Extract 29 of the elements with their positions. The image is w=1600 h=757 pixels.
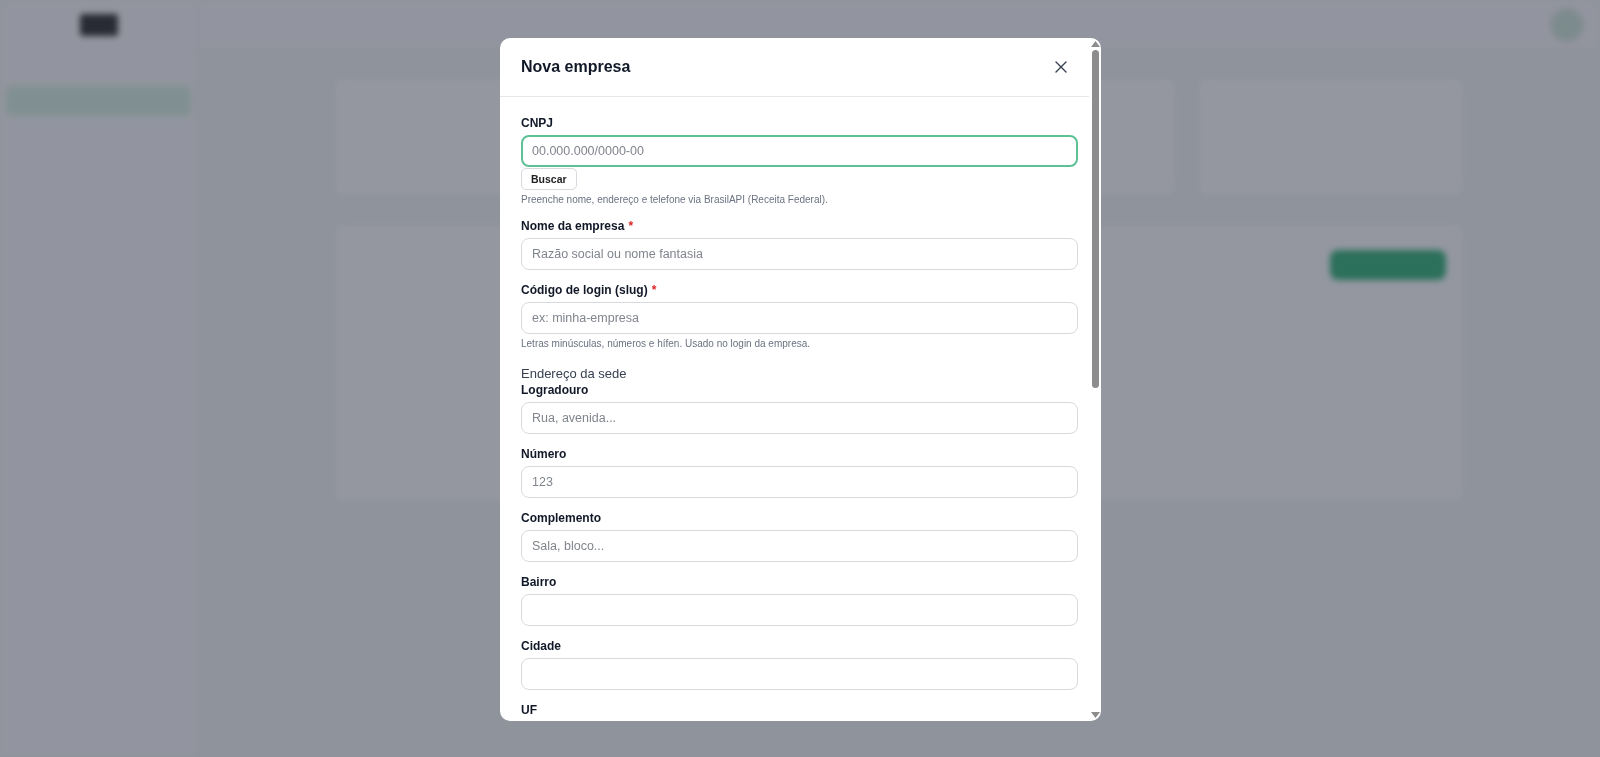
input-field[interactable]: Sala, bloco... — [521, 530, 1078, 562]
scrollbar[interactable] — [1089, 38, 1101, 721]
field-label: Código de login (slug) — [521, 283, 648, 297]
input-field[interactable]: Rua, avenida... — [521, 402, 1078, 434]
field-label: UF — [521, 702, 537, 718]
field-label: Cidade — [521, 639, 561, 653]
section-heading: Endereço da sede — [521, 366, 628, 382]
dialog-title: Nova empresa — [521, 58, 631, 76]
scroll-down-icon[interactable] — [1090, 712, 1100, 718]
hint-text: Preenche nome, endereço e telefone via BrasilAPI (Receita Federal). — [521, 194, 829, 206]
required-mark: * — [628, 219, 634, 233]
search-button[interactable]: Buscar — [521, 168, 577, 190]
logo-icon — [79, 14, 118, 36]
field-label: Bairro — [521, 575, 557, 589]
scroll-up-icon[interactable] — [1090, 41, 1100, 47]
field-label: Nome da empresa — [521, 219, 625, 233]
input-field[interactable]: ex: minha-empresa — [521, 302, 1078, 334]
input-field[interactable]: Razão social ou nome fantasia — [521, 238, 1078, 270]
input-field[interactable] — [521, 594, 1078, 626]
input-field[interactable]: 00.000.000/0000-00 — [521, 135, 1078, 167]
hint-text: Letras minúsculas, números e hífen. Usado no login da empresa. — [521, 338, 812, 350]
field-label: CNPJ — [521, 116, 553, 130]
field-label: Complemento — [521, 511, 601, 525]
required-mark: * — [651, 283, 657, 297]
input-field[interactable]: 123 — [521, 466, 1078, 498]
input-field[interactable] — [521, 658, 1078, 690]
field-label: Número — [521, 447, 567, 461]
field-label: Logradouro — [521, 383, 589, 397]
close-button[interactable] — [1053, 59, 1069, 75]
